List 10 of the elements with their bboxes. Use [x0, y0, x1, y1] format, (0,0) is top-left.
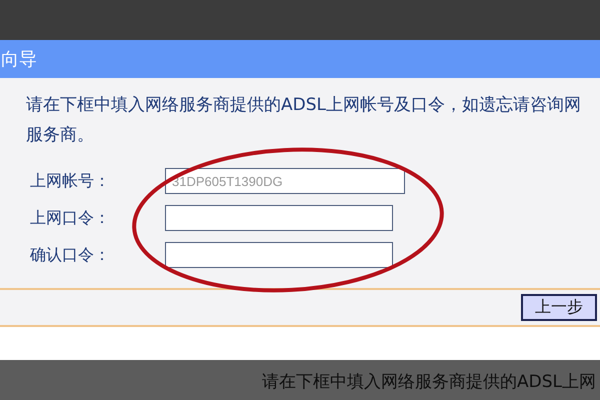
field-label: 确认口令：	[29, 244, 111, 266]
field-label: 上网口令：	[29, 208, 111, 228]
input-field[interactable]	[165, 242, 393, 268]
back-button[interactable]: 上一步	[521, 294, 597, 321]
background-text: 请在下框中填入网络服务商提供的ADSL上网	[262, 372, 596, 392]
input-field[interactable]	[165, 205, 393, 231]
instruction-text: 请在下框中填入网络服务商提供的ADSL上网帐号及口令，如遗忘请咨询网	[26, 94, 582, 117]
field-label: 上网帐号：	[29, 170, 111, 192]
instruction-text: 服务商。	[26, 124, 95, 147]
window-title: 向导	[1, 48, 37, 71]
